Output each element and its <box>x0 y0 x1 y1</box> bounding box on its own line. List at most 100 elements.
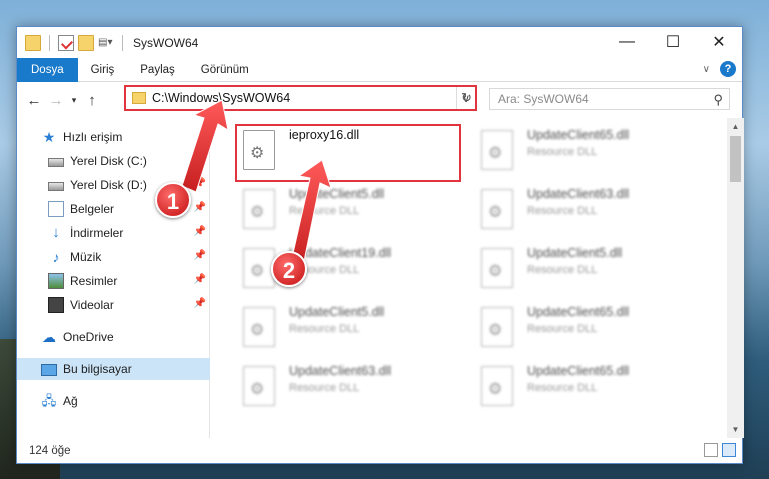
scroll-up-icon[interactable]: ▲ <box>727 118 744 135</box>
customize-toolbar-icon[interactable]: ▤▾ <box>98 35 114 51</box>
sidebar-item-onedrive[interactable]: ☁ OneDrive <box>17 326 210 348</box>
details-view-icon[interactable] <box>704 443 718 457</box>
file-type: Resource DLL <box>289 323 360 335</box>
file-type: Resource DLL <box>527 382 598 394</box>
file-item[interactable]: UpdateClient65.dll Resource DLL <box>477 124 703 184</box>
network-icon: 🖧 <box>41 393 57 408</box>
file-name: UpdateClient63.dll <box>527 187 630 201</box>
folder-icon <box>132 92 146 104</box>
download-icon: ↓ <box>52 224 60 241</box>
search-placeholder: Ara: SysWOW64 <box>498 92 589 106</box>
expand-ribbon-icon[interactable]: ∨ <box>703 64 710 75</box>
sidebar-item-quick-access[interactable]: ★ Hızlı erişim <box>17 126 210 148</box>
sidebar-item-this-pc[interactable]: Bu bilgisayar <box>17 358 210 380</box>
view-switcher <box>704 443 736 457</box>
file-item[interactable]: UpdateClient63.dll Resource DLL <box>239 360 465 420</box>
sidebar-item-label: Ağ <box>63 394 78 408</box>
back-arrow-icon[interactable]: ← <box>23 92 45 109</box>
file-name: UpdateClient65.dll <box>527 128 630 142</box>
file-name: UpdateClient63.dll <box>289 364 392 378</box>
file-explorer-window: ▤▾ SysWOW64 — ☐ ✕ Dosya Giriş Paylaş Gör… <box>16 26 744 464</box>
scroll-thumb[interactable] <box>730 136 741 182</box>
sidebar-item-label: Yerel Disk (D:) <box>70 178 147 192</box>
videos-icon <box>48 297 64 313</box>
file-item[interactable]: UpdateClient65.dll Resource DLL <box>477 360 703 420</box>
sidebar-item-videos[interactable]: Videolar 📌 <box>17 294 210 316</box>
music-icon: ♪ <box>52 249 60 265</box>
sidebar-item-label: Hızlı erişim <box>63 130 123 144</box>
sidebar-item-music[interactable]: ♪ Müzik 📌 <box>17 246 210 268</box>
callout-1: 1 <box>155 182 191 218</box>
computer-icon <box>41 364 57 376</box>
tab-file[interactable]: Dosya <box>17 57 78 82</box>
tab-share[interactable]: Paylaş <box>127 58 188 82</box>
quick-access-toolbar: ▤▾ <box>17 34 127 51</box>
file-item[interactable]: UpdateClient65.dll Resource DLL <box>477 301 703 361</box>
properties-icon[interactable] <box>58 34 74 51</box>
sidebar-item-pictures[interactable]: Resimler 📌 <box>17 270 210 292</box>
file-type: Resource DLL <box>527 205 598 217</box>
maximize-button[interactable]: ☐ <box>650 27 696 57</box>
forward-arrow-icon[interactable]: → <box>45 92 67 109</box>
pictures-icon <box>48 273 64 289</box>
refresh-icon[interactable]: ↻ <box>456 87 476 109</box>
search-icon[interactable]: ⚲ <box>713 92 723 108</box>
sidebar-item-downloads[interactable]: ↓ İndirmeler 📌 <box>17 222 210 244</box>
folder-icon <box>25 34 41 51</box>
dll-file-icon <box>243 307 275 347</box>
search-input[interactable]: Ara: SysWOW64 ⚲ <box>489 88 730 110</box>
scroll-down-icon[interactable]: ▼ <box>727 421 744 438</box>
callout-2: 2 <box>271 251 307 287</box>
dll-file-icon <box>243 189 275 229</box>
file-item[interactable]: UpdateClient5.dll Resource DLL <box>477 242 703 302</box>
window-controls: — ☐ ✕ <box>604 27 742 57</box>
file-name: UpdateClient65.dll <box>527 364 630 378</box>
sidebar-item-local-disk-c[interactable]: Yerel Disk (C:) 📌 <box>17 150 210 172</box>
file-item[interactable]: UpdateClient63.dll Resource DLL <box>477 183 703 243</box>
sidebar-item-label: Müzik <box>70 250 102 264</box>
address-bar[interactable]: C:\Windows\SysWOW64 ∨ <box>124 85 477 111</box>
file-item[interactable]: UpdateClient5.dll Resource DLL <box>239 183 465 243</box>
divider <box>122 34 123 51</box>
documents-icon <box>48 201 64 217</box>
dll-file-icon <box>481 130 513 170</box>
pin-icon: 📌 <box>193 202 206 213</box>
ribbon-right: ∨ ? <box>703 61 736 77</box>
navigation-pane: ★ Hızlı erişim Yerel Disk (C:) 📌 Yerel D… <box>17 118 210 438</box>
file-name: UpdateClient5.dll <box>527 246 623 260</box>
file-name: UpdateClient65.dll <box>527 305 630 319</box>
sidebar-item-label: OneDrive <box>63 330 114 344</box>
address-path[interactable]: C:\Windows\SysWOW64 <box>152 91 457 105</box>
divider <box>49 34 50 51</box>
pin-icon: 📌 <box>193 298 206 309</box>
file-type: Resource DLL <box>527 264 598 276</box>
window-title: SysWOW64 <box>133 35 199 50</box>
file-type: Resource DLL <box>289 205 360 217</box>
close-button[interactable]: ✕ <box>696 27 742 57</box>
file-type: Resource DLL <box>527 146 598 158</box>
dll-file-icon <box>481 307 513 347</box>
vertical-scrollbar[interactable]: ▲ ▼ <box>727 118 744 438</box>
sidebar-item-label: Bu bilgisayar <box>63 362 132 376</box>
pin-icon: 📌 <box>193 226 206 237</box>
sidebar-item-network[interactable]: 🖧 Ağ <box>17 390 210 412</box>
dll-file-icon <box>481 366 513 406</box>
recent-locations-icon[interactable]: ▾ <box>67 95 81 106</box>
dll-file-icon <box>481 248 513 288</box>
disk-icon <box>48 158 64 167</box>
large-icons-view-icon[interactable] <box>722 443 736 457</box>
file-item[interactable]: UpdateClient5.dll Resource DLL <box>239 301 465 361</box>
star-icon: ★ <box>42 129 56 145</box>
help-icon[interactable]: ? <box>720 61 736 77</box>
tab-home[interactable]: Giriş <box>78 58 128 82</box>
cloud-icon: ☁ <box>42 329 56 345</box>
tab-view[interactable]: Görünüm <box>188 58 262 82</box>
disk-icon <box>48 182 64 191</box>
file-name: UpdateClient5.dll <box>289 305 385 319</box>
file-name: UpdateClient19.dll <box>289 246 392 260</box>
navigation-bar: ← → ▾ ↑ C:\Windows\SysWOW64 ∨ ↻ Ara: Sys… <box>17 82 742 118</box>
new-folder-icon[interactable] <box>78 34 94 51</box>
up-arrow-icon[interactable]: ↑ <box>81 92 103 109</box>
minimize-button[interactable]: — <box>604 27 650 57</box>
status-bar: 124 öğe <box>17 438 742 464</box>
